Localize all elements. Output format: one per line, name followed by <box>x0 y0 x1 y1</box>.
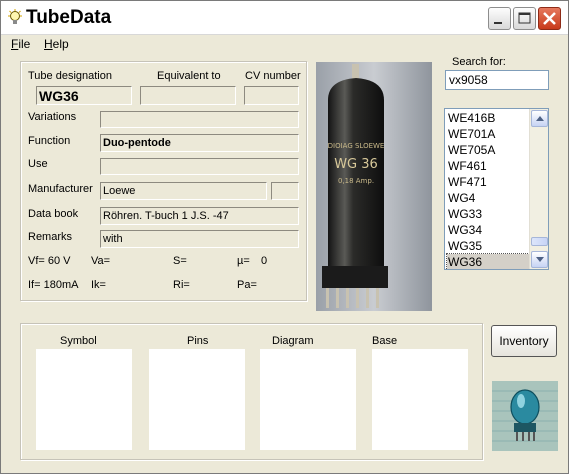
maximize-icon <box>518 12 531 24</box>
chevron-up-icon <box>536 116 544 121</box>
ri-value: Ri= <box>173 279 190 291</box>
manufacturer-field[interactable]: Loewe <box>100 182 267 200</box>
list-item[interactable]: WG34 <box>447 222 529 238</box>
data-book-field[interactable]: Röhren. T-buch 1 J.S. -47 <box>100 207 299 225</box>
list-item[interactable]: WE701A <box>447 126 529 142</box>
diagram-label: Diagram <box>272 335 314 347</box>
chevron-down-icon <box>536 257 544 262</box>
scroll-down-button[interactable] <box>531 251 548 268</box>
variations-field[interactable] <box>100 111 299 128</box>
scroll-thumb[interactable] <box>531 237 548 246</box>
manufacturer-code-field[interactable] <box>271 182 299 200</box>
symbol-pane <box>36 349 132 450</box>
title-bar[interactable]: TubeData <box>1 1 568 35</box>
photo-rating-text: 0,18 Amp. <box>338 177 374 185</box>
inventory-button[interactable]: Inventory <box>491 325 557 357</box>
remarks-label: Remarks <box>28 231 73 243</box>
tube-designation-label: Tube designation <box>28 70 112 82</box>
tube-designation-field[interactable]: WG36 <box>36 86 132 105</box>
function-field[interactable]: Duo-pentode <box>100 134 299 152</box>
minimize-button[interactable] <box>488 7 511 30</box>
menu-bar: File Help <box>1 35 568 53</box>
ik-value: Ik= <box>91 279 106 291</box>
equivalent-to-field[interactable] <box>140 86 236 105</box>
use-label: Use <box>28 158 48 170</box>
base-pane <box>372 349 468 450</box>
use-field[interactable] <box>100 158 299 175</box>
function-label: Function <box>28 135 71 147</box>
variations-label: Variations <box>28 111 77 123</box>
tube-logo-icon <box>492 381 558 451</box>
vf-value: Vf= 60 V <box>28 255 71 267</box>
list-item[interactable]: WF461 <box>447 158 529 174</box>
va-value: Va= <box>91 255 111 267</box>
tube-photo: DIOIAG SLOEWE WG 36 0,18 Amp. <box>316 62 432 311</box>
remarks-field[interactable]: with <box>100 230 299 248</box>
search-label: Search for: <box>452 56 506 68</box>
base-label: Base <box>372 335 398 347</box>
pins-pane <box>149 349 245 450</box>
mu-value: 0 <box>261 255 268 267</box>
menu-file[interactable]: File <box>11 37 30 51</box>
photo-brand-text: DIOIAG SLOEWE <box>328 142 385 150</box>
close-icon <box>543 12 556 25</box>
main-window: TubeData File Help Tube designation Equi… <box>0 0 569 474</box>
list-item[interactable]: WE705A <box>447 142 529 158</box>
menu-help[interactable]: Help <box>44 37 69 51</box>
pa-value: Pa= <box>237 279 257 291</box>
if-value: If= 180mA <box>28 279 79 291</box>
search-input[interactable]: vx9058 <box>445 70 549 90</box>
list-item[interactable]: WG35 <box>447 238 529 254</box>
minimize-icon <box>494 22 502 24</box>
symbol-label: Symbol <box>60 335 97 347</box>
close-button[interactable] <box>538 7 561 30</box>
photo-type-text: WG 36 <box>334 157 378 172</box>
list-item[interactable]: WE416B <box>447 110 529 126</box>
list-item-selected[interactable]: WG36 <box>446 253 530 269</box>
pins-label: Pins <box>187 335 209 347</box>
window-title: TubeData <box>26 7 112 28</box>
list-item[interactable]: WG33 <box>447 206 529 222</box>
list-item[interactable]: WG4 <box>447 190 529 206</box>
list-scrollbar[interactable] <box>529 109 548 269</box>
scroll-up-button[interactable] <box>531 110 548 127</box>
equivalent-to-label: Equivalent to <box>157 70 221 82</box>
cv-number-field[interactable] <box>244 86 299 105</box>
cv-number-label: CV number <box>245 70 301 82</box>
lightbulb-icon <box>8 9 22 24</box>
diagram-pane <box>260 349 356 450</box>
mu-label: µ= <box>237 255 250 267</box>
maximize-button[interactable] <box>513 7 536 30</box>
tube-list[interactable]: WE416B WE701A WE705A WF461 WF471 WG4 WG3… <box>444 108 549 270</box>
list-item[interactable]: WF471 <box>447 174 529 190</box>
manufacturer-label: Manufacturer <box>28 183 93 195</box>
s-value: S= <box>173 255 187 267</box>
data-book-label: Data book <box>28 208 79 220</box>
